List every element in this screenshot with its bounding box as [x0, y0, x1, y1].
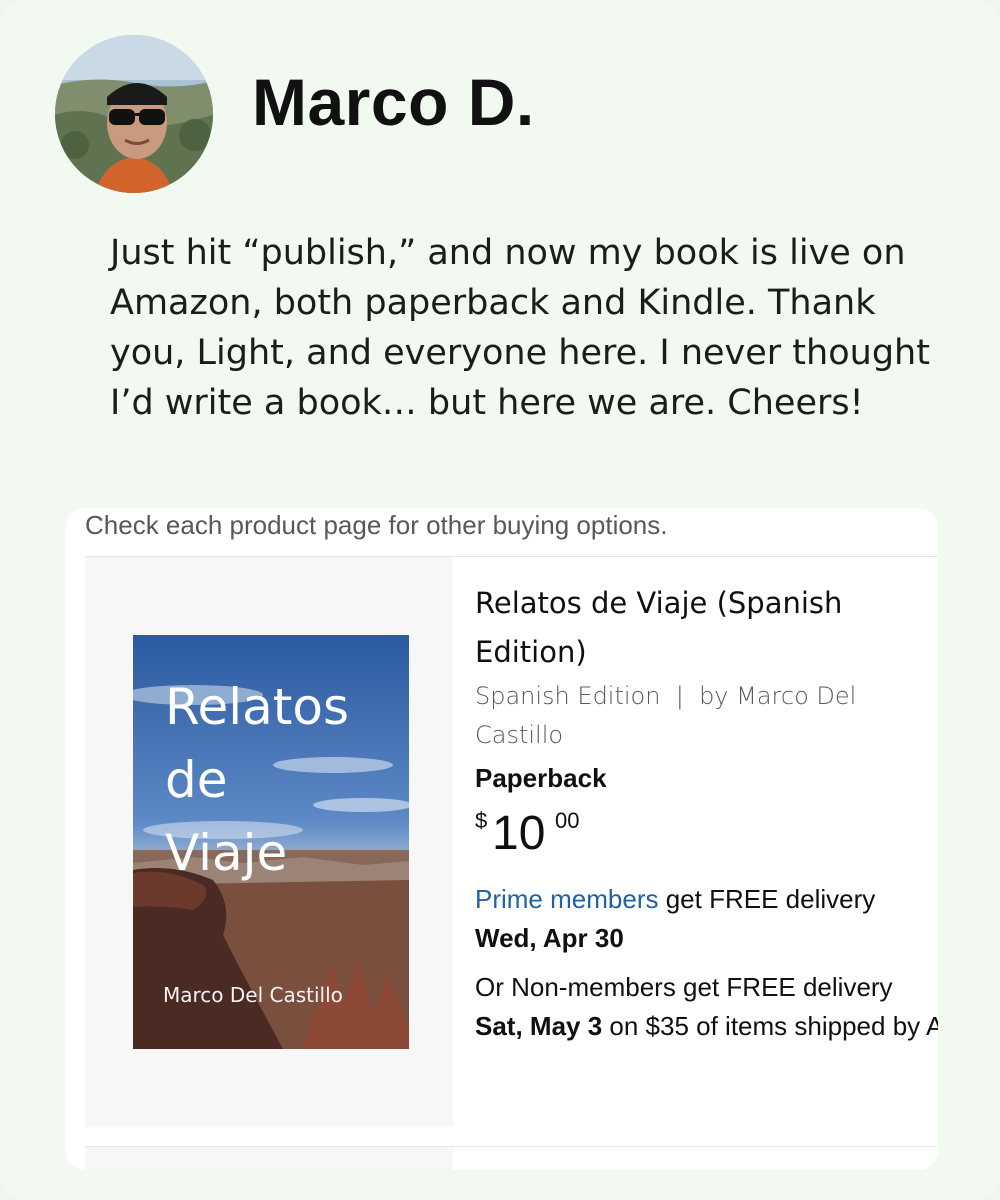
product-listing[interactable]: Relatos de Viaje Marco Del Castillo Relato… [85, 556, 938, 1127]
product-meta: Spanish Edition | by Marco Del Castillo [475, 677, 915, 755]
price-whole: 10 [492, 807, 546, 860]
cover-title: Relatos de Viaje [165, 678, 350, 882]
book-cover[interactable]: Relatos de Viaje Marco Del Castillo [133, 635, 409, 1049]
product-info: Relatos de Viaje (Spanish Edition) Spani… [475, 579, 938, 1046]
post-card: Marco D. Just hit “publish,” and now my … [0, 0, 1000, 1200]
price-symbol: $ [475, 808, 488, 833]
product-title[interactable]: Relatos de Viaje (Spanish Edition) [475, 579, 915, 677]
price: $ 10 00 [475, 800, 938, 864]
post-body: Just hit “publish,” and now my book is l… [110, 233, 930, 423]
buying-options-notice: Check each product page for other buying… [85, 510, 668, 540]
nonmember-delivery: Or Non-members get FREE delivery Sat, May… [475, 972, 938, 1041]
next-product-listing[interactable] [85, 1146, 938, 1170]
prime-members-link[interactable]: Prime members [475, 884, 658, 914]
avatar-photo [55, 35, 213, 193]
cover-author: Marco Del Castillo [163, 983, 343, 1007]
prime-delivery-date: Wed, Apr 30 [475, 923, 624, 953]
by-prefix: by [699, 682, 729, 710]
prime-delivery: Prime members get FREE delivery Wed, Apr … [475, 884, 876, 953]
nonmember-delivery-date: Sat, May 3 [475, 1011, 603, 1041]
edition-label: Spanish Edition [475, 682, 661, 710]
author-avatar[interactable] [55, 35, 213, 193]
meta-separator: | [675, 682, 684, 710]
price-fraction: 00 [555, 808, 580, 833]
author-name[interactable]: Marco D. [252, 64, 535, 140]
next-product-image-area [85, 1147, 453, 1170]
product-image-area[interactable]: Relatos de Viaje Marco Del Castillo [85, 557, 453, 1127]
format-label[interactable]: Paperback [475, 763, 938, 794]
amazon-screenshot: Check each product page for other buying… [65, 508, 938, 1170]
